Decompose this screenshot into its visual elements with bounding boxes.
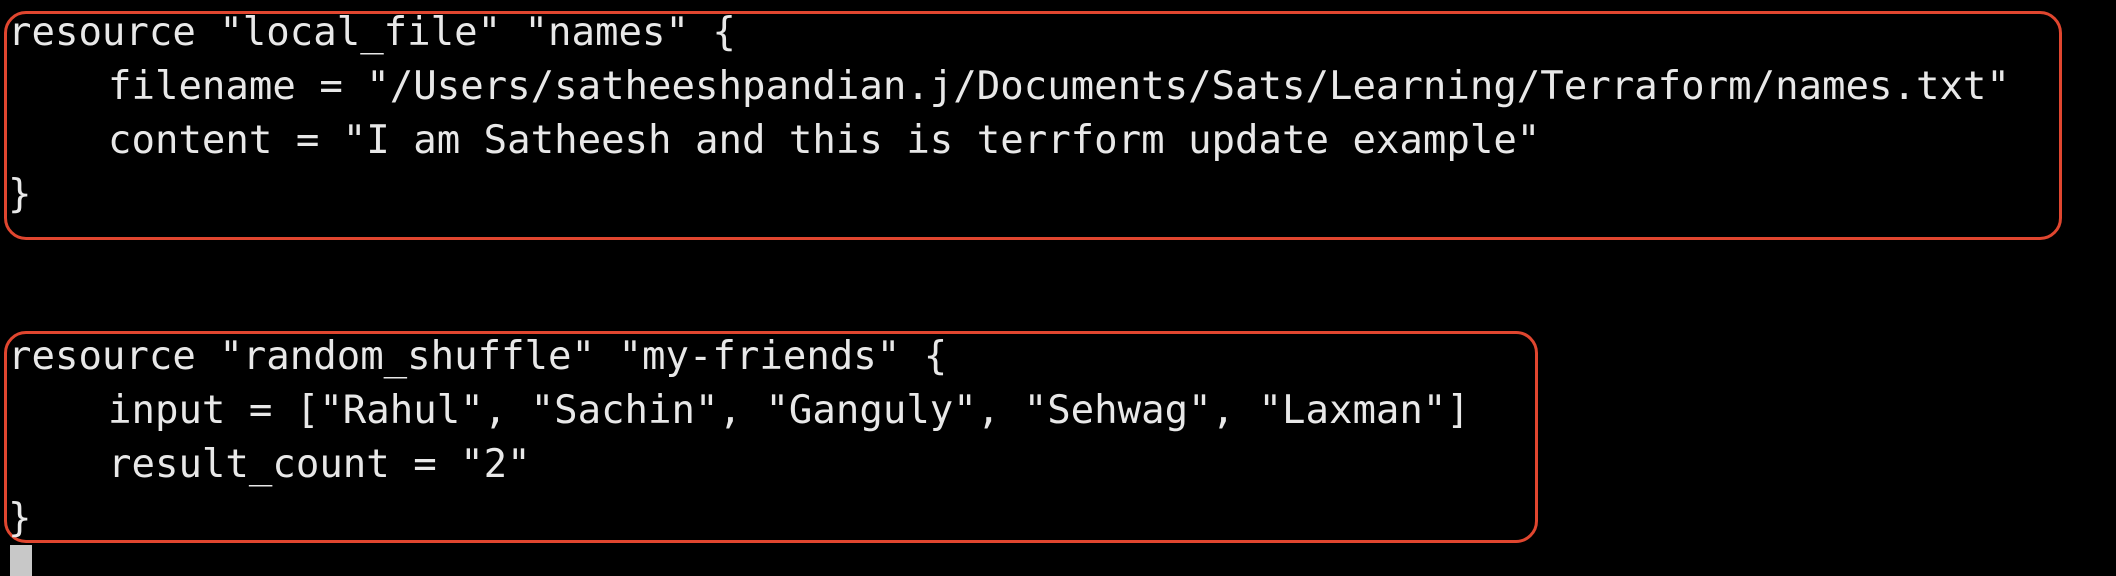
text-cursor [10, 545, 32, 576]
code-line-closing-brace-1: } [8, 172, 32, 217]
code-line-resource-local-file: resource "local_file" "names" { [8, 10, 736, 55]
code-line-resource-random-shuffle: resource "random_shuffle" "my-friends" { [8, 334, 948, 379]
code-line-closing-brace-2: } [8, 496, 32, 541]
code-line-filename: filename = "/Users/satheeshpandian.j/Doc… [108, 64, 2010, 109]
code-line-input: input = ["Rahul", "Sachin", "Ganguly", "… [108, 388, 1470, 433]
code-line-result-count: result_count = "2" [108, 442, 531, 487]
code-line-content: content = "I am Satheesh and this is ter… [108, 118, 1541, 163]
terminal-window[interactable]: resource "local_file" "names" { filename… [0, 0, 2116, 576]
